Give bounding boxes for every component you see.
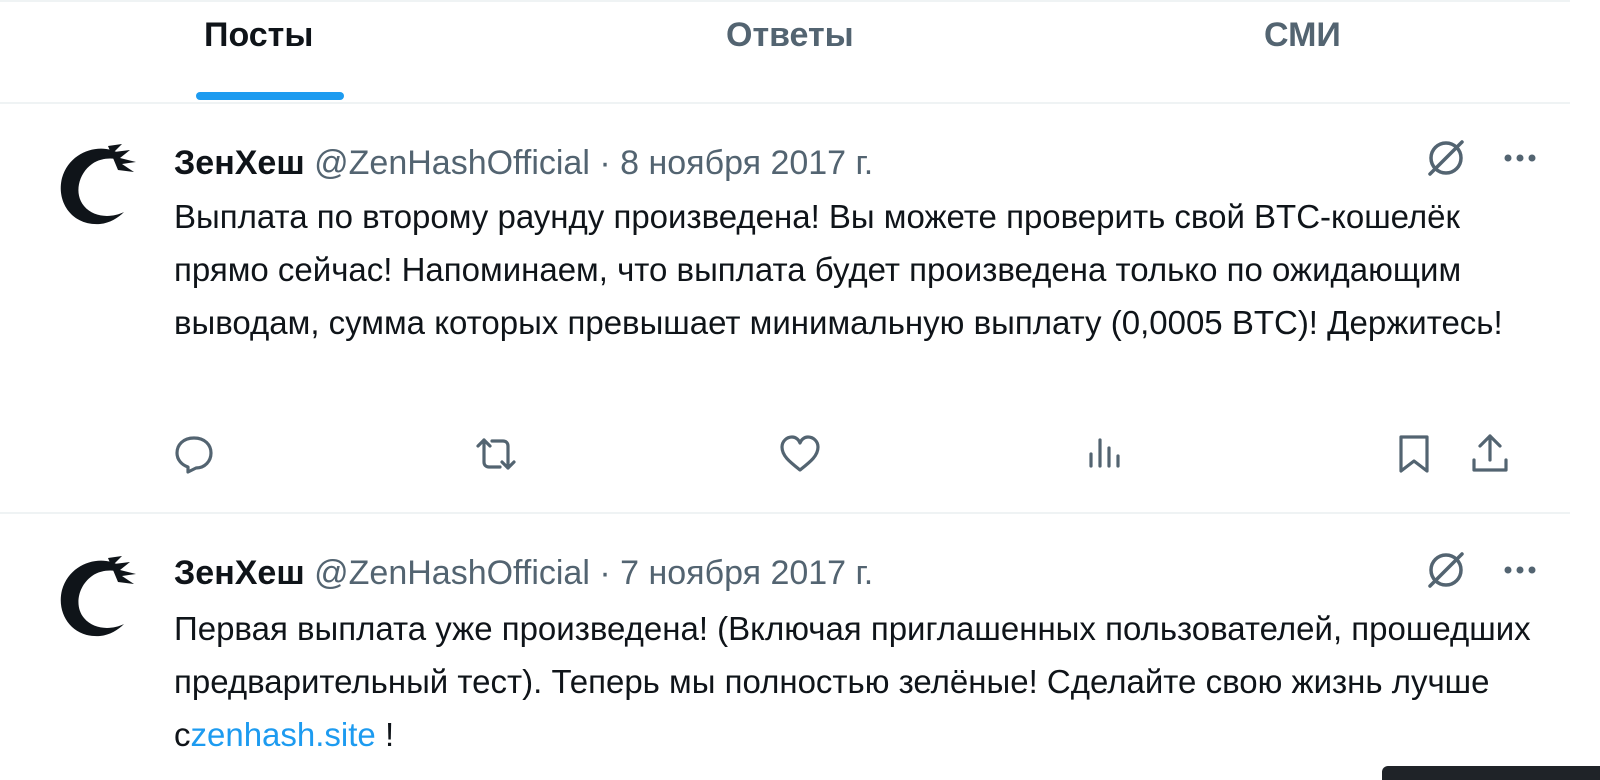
tab-posts[interactable]: Посты — [150, 2, 380, 104]
tweet-date[interactable]: 7 ноября 2017 г. — [620, 554, 873, 592]
tweet-text-end: ! — [375, 716, 395, 753]
retweet-icon[interactable] — [474, 432, 518, 476]
avatar[interactable] — [50, 140, 144, 234]
tab-replies-label: Ответы — [726, 16, 854, 54]
more-options-icon[interactable] — [1498, 136, 1542, 180]
tweet[interactable]: ЗенХеш @ZenHashOfficial · 8 ноября 2017 … — [0, 104, 1570, 514]
views-icon[interactable] — [1082, 432, 1126, 476]
tweet-link[interactable]: zenhash.site — [191, 716, 376, 753]
tweet[interactable]: ЗенХеш @ZenHashOfficial · 7 ноября 2017 … — [0, 514, 1570, 780]
header-separator: · — [599, 554, 611, 592]
tweet-header: ЗенХеш @ZenHashOfficial · 7 ноября 2017 … — [174, 554, 873, 593]
bookmark-icon[interactable] — [1392, 432, 1436, 476]
avatar[interactable] — [50, 552, 144, 646]
tab-posts-label: Посты — [204, 16, 314, 54]
author-handle[interactable]: @ZenHashOfficial — [314, 554, 590, 592]
tweet-header: ЗенХеш @ZenHashOfficial · 8 ноября 2017 … — [174, 144, 873, 183]
author-name[interactable]: ЗенХеш — [174, 554, 305, 592]
share-icon[interactable] — [1468, 432, 1512, 476]
author-name[interactable]: ЗенХеш — [174, 144, 305, 182]
tab-replies[interactable]: Ответы — [660, 2, 930, 104]
more-options-icon[interactable] — [1498, 548, 1542, 592]
active-tab-indicator — [196, 92, 344, 100]
reply-icon[interactable] — [172, 432, 216, 476]
grok-icon[interactable] — [1424, 136, 1468, 180]
tweet-date[interactable]: 8 ноября 2017 г. — [620, 144, 873, 182]
header-separator: · — [599, 144, 611, 182]
tweet-text: Выплата по второму раунду произведена! В… — [174, 198, 1503, 341]
grok-icon[interactable] — [1424, 548, 1468, 592]
profile-tabs: Посты Ответы СМИ — [0, 0, 1570, 104]
overlay-edge — [1382, 766, 1600, 780]
tab-media-label: СМИ — [1264, 16, 1341, 54]
tweet-text: Первая выплата уже произведена! (Включая… — [174, 602, 1554, 761]
tab-media[interactable]: СМИ — [1220, 2, 1440, 104]
like-icon[interactable] — [778, 432, 822, 476]
author-handle[interactable]: @ZenHashOfficial — [314, 144, 590, 182]
